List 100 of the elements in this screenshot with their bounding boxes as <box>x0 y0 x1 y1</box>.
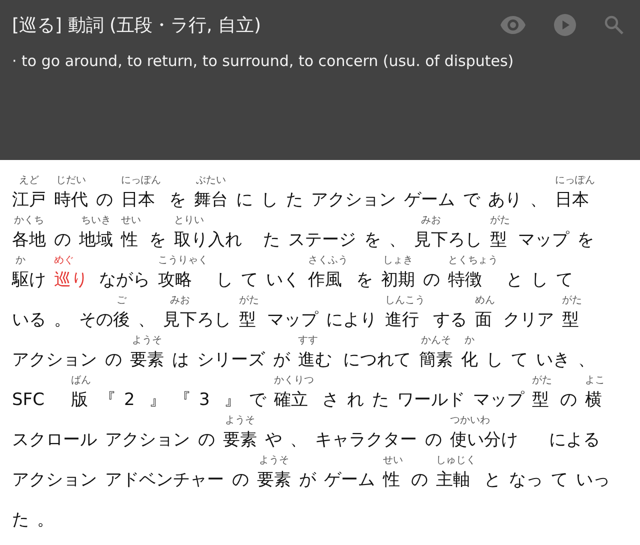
word[interactable]: 江戸 <box>12 188 46 212</box>
word[interactable]: 見下ろし <box>414 228 482 252</box>
word[interactable]: 化 <box>461 348 478 372</box>
word[interactable]: た <box>286 188 303 212</box>
word[interactable]: で <box>249 388 266 412</box>
word[interactable]: の <box>423 268 440 292</box>
word[interactable]: 版 <box>71 388 91 412</box>
word[interactable]: 見下ろし <box>163 308 231 332</box>
word[interactable]: て <box>556 268 573 292</box>
word[interactable]: が <box>273 348 290 372</box>
word[interactable]: 性 <box>383 468 403 492</box>
word[interactable]: 日本 <box>121 188 161 212</box>
word[interactable]: 巡り <box>54 268 91 292</box>
word[interactable]: ゲーム <box>324 468 375 492</box>
word[interactable]: マップ <box>473 388 524 412</box>
word[interactable]: し <box>531 268 548 292</box>
word[interactable]: 』 <box>224 388 241 412</box>
word[interactable]: を <box>364 228 381 252</box>
word[interactable]: ワールド <box>397 388 465 412</box>
word[interactable]: と <box>484 468 501 492</box>
word[interactable]: を <box>169 188 186 212</box>
word[interactable]: アクション <box>105 428 190 452</box>
word[interactable]: 型 <box>562 308 582 332</box>
word[interactable]: 確立 <box>274 388 314 412</box>
word[interactable]: 初期 <box>381 268 415 292</box>
word[interactable]: 、 <box>138 308 155 332</box>
word[interactable]: を <box>356 268 373 292</box>
word[interactable]: の <box>105 348 122 372</box>
word[interactable]: 、 <box>530 188 547 212</box>
word[interactable]: 取り入れ <box>174 228 255 252</box>
word[interactable]: 各地 <box>12 228 46 252</box>
word[interactable]: 型 <box>490 228 510 252</box>
word[interactable]: や <box>265 428 282 452</box>
word[interactable]: の <box>425 428 442 452</box>
word[interactable]: いる <box>12 308 46 332</box>
word[interactable]: いく <box>266 268 300 292</box>
word[interactable]: マップ <box>267 308 318 332</box>
word[interactable]: あり <box>488 188 522 212</box>
word[interactable]: の <box>232 468 249 492</box>
word[interactable]: 『 <box>174 388 191 412</box>
word[interactable]: と <box>506 268 523 292</box>
word[interactable]: キャラクター <box>315 428 417 452</box>
word[interactable]: 要素 <box>130 348 164 372</box>
word[interactable]: の <box>96 188 113 212</box>
word[interactable]: し <box>486 348 503 372</box>
word[interactable]: の <box>411 468 428 492</box>
word[interactable]: 地域 <box>79 228 113 252</box>
word[interactable]: て <box>551 468 568 492</box>
word[interactable]: いっ <box>576 468 610 492</box>
word[interactable]: 作風 <box>308 268 348 292</box>
word[interactable]: た <box>263 228 280 252</box>
word[interactable]: し <box>261 188 278 212</box>
word[interactable]: 日本 <box>555 188 595 212</box>
word[interactable]: ステージ <box>288 228 356 252</box>
word[interactable]: アクション <box>12 468 97 492</box>
word[interactable]: 要素 <box>223 428 257 452</box>
word[interactable]: 』 <box>149 388 166 412</box>
word[interactable]: なっ <box>509 468 543 492</box>
word[interactable]: を <box>149 228 166 252</box>
word[interactable]: が <box>299 468 316 492</box>
word[interactable]: 進行 <box>385 308 425 332</box>
word[interactable]: 簡素 <box>419 348 453 372</box>
word[interactable]: の <box>54 228 71 252</box>
word[interactable]: マップ <box>518 228 569 252</box>
word[interactable]: SFC <box>12 388 63 412</box>
word[interactable]: 面 <box>475 308 495 332</box>
word[interactable]: その後 <box>79 308 130 332</box>
word[interactable]: で <box>463 188 480 212</box>
word[interactable]: れ <box>347 388 364 412</box>
word[interactable]: アクション <box>311 188 396 212</box>
word[interactable]: 特徴 <box>448 268 498 292</box>
word[interactable]: し <box>216 268 233 292</box>
word[interactable]: 、 <box>389 228 406 252</box>
word[interactable]: に <box>236 188 253 212</box>
word[interactable]: 。 <box>37 508 54 532</box>
word[interactable]: 時代 <box>54 188 88 212</box>
word[interactable]: する <box>433 308 467 332</box>
word[interactable]: アクション <box>12 348 97 372</box>
word[interactable]: 要素 <box>257 468 291 492</box>
word[interactable]: 性 <box>121 228 141 252</box>
word[interactable]: て <box>241 268 258 292</box>
eye-icon[interactable] <box>500 16 526 34</box>
word[interactable]: 駆け <box>12 268 46 292</box>
play-icon[interactable] <box>554 14 576 36</box>
word[interactable]: は <box>172 348 189 372</box>
word[interactable]: て <box>511 348 528 372</box>
word[interactable]: 攻略 <box>158 268 208 292</box>
word[interactable]: を <box>577 228 594 252</box>
word[interactable]: 型 <box>532 388 552 412</box>
word[interactable]: 。 <box>54 308 71 332</box>
word[interactable]: さ <box>322 388 339 412</box>
word[interactable]: 『 <box>99 388 116 412</box>
word[interactable]: 型 <box>239 308 259 332</box>
word[interactable]: による <box>549 428 600 452</box>
word[interactable]: 舞台 <box>194 188 228 212</box>
word[interactable]: 主軸 <box>436 468 476 492</box>
word[interactable]: た <box>372 388 389 412</box>
word[interactable]: 、 <box>290 428 307 452</box>
word[interactable]: た <box>12 508 29 532</box>
word[interactable]: 使い分け <box>450 428 541 452</box>
